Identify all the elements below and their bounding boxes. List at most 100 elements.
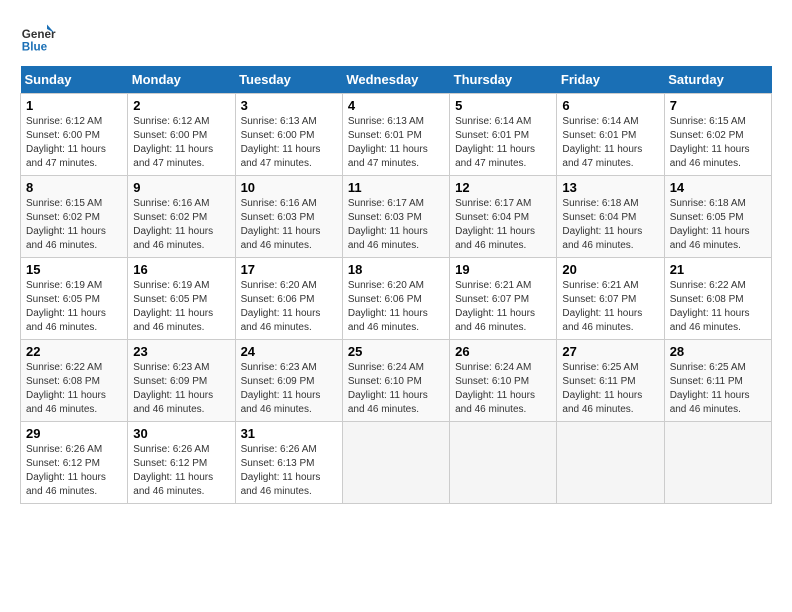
calendar-cell: 19 Sunrise: 6:21 AMSunset: 6:07 PMDayligh… xyxy=(450,258,557,340)
day-info: Sunrise: 6:26 AMSunset: 6:12 PMDaylight:… xyxy=(133,443,229,499)
weekday-header-sunday: Sunday xyxy=(21,66,128,94)
day-info: Sunrise: 6:18 AMSunset: 6:05 PMDaylight:… xyxy=(670,197,766,253)
day-info: Sunrise: 6:25 AMSunset: 6:11 PMDaylight:… xyxy=(670,361,766,417)
calendar-cell: 27 Sunrise: 6:25 AMSunset: 6:11 PMDayligh… xyxy=(557,340,664,422)
day-number: 22 xyxy=(26,344,122,359)
week-row-5: 29 Sunrise: 6:26 AMSunset: 6:12 PMDayligh… xyxy=(21,422,772,504)
calendar-cell: 14 Sunrise: 6:18 AMSunset: 6:05 PMDayligh… xyxy=(664,176,771,258)
day-info: Sunrise: 6:13 AMSunset: 6:01 PMDaylight:… xyxy=(348,115,444,171)
calendar-cell: 12Sunrise: 6:17 AMSunset: 6:04 PMDayligh… xyxy=(450,176,557,258)
day-info: Sunrise: 6:23 AMSunset: 6:09 PMDaylight:… xyxy=(241,361,337,417)
day-number: 25 xyxy=(348,344,444,359)
day-info: Sunrise: 6:26 AMSunset: 6:12 PMDaylight:… xyxy=(26,443,122,499)
calendar-cell: 28 Sunrise: 6:25 AMSunset: 6:11 PMDayligh… xyxy=(664,340,771,422)
day-number: 31 xyxy=(241,426,337,441)
day-number: 2 xyxy=(133,98,229,113)
weekday-header-saturday: Saturday xyxy=(664,66,771,94)
header: General Blue xyxy=(20,20,772,56)
calendar-cell: 26Sunrise: 6:24 AMSunset: 6:10 PMDayligh… xyxy=(450,340,557,422)
day-info: Sunrise: 6:23 AMSunset: 6:09 PMDaylight:… xyxy=(133,361,229,417)
day-number: 15 xyxy=(26,262,122,277)
day-number: 29 xyxy=(26,426,122,441)
day-number: 24 xyxy=(241,344,337,359)
day-info: Sunrise: 6:18 AMSunset: 6:04 PMDaylight:… xyxy=(562,197,658,253)
calendar-cell: 11Sunrise: 6:17 AMSunset: 6:03 PMDayligh… xyxy=(342,176,449,258)
weekday-header-row: SundayMondayTuesdayWednesdayThursdayFrid… xyxy=(21,66,772,94)
calendar-cell: 20Sunrise: 6:21 AMSunset: 6:07 PMDayligh… xyxy=(557,258,664,340)
day-number: 6 xyxy=(562,98,658,113)
day-number: 1 xyxy=(26,98,122,113)
week-row-2: 8 Sunrise: 6:15 AMSunset: 6:02 PMDaylight… xyxy=(21,176,772,258)
day-number: 8 xyxy=(26,180,122,195)
day-info: Sunrise: 6:19 AMSunset: 6:05 PMDaylight:… xyxy=(133,279,229,335)
calendar-cell: 5 Sunrise: 6:14 AMSunset: 6:01 PMDaylight… xyxy=(450,94,557,176)
calendar-cell: 6 Sunrise: 6:14 AMSunset: 6:01 PMDaylight… xyxy=(557,94,664,176)
day-number: 30 xyxy=(133,426,229,441)
calendar-cell: 3 Sunrise: 6:13 AMSunset: 6:00 PMDaylight… xyxy=(235,94,342,176)
weekday-header-thursday: Thursday xyxy=(450,66,557,94)
day-number: 12 xyxy=(455,180,551,195)
day-info: Sunrise: 6:14 AMSunset: 6:01 PMDaylight:… xyxy=(562,115,658,171)
svg-text:Blue: Blue xyxy=(22,41,48,54)
day-number: 16 xyxy=(133,262,229,277)
day-info: Sunrise: 6:12 AMSunset: 6:00 PMDaylight:… xyxy=(133,115,229,171)
day-number: 26 xyxy=(455,344,551,359)
day-number: 23 xyxy=(133,344,229,359)
day-info: Sunrise: 6:20 AMSunset: 6:06 PMDaylight:… xyxy=(348,279,444,335)
calendar-cell: 30 Sunrise: 6:26 AMSunset: 6:12 PMDayligh… xyxy=(128,422,235,504)
calendar-cell xyxy=(664,422,771,504)
day-number: 21 xyxy=(670,262,766,277)
day-number: 17 xyxy=(241,262,337,277)
day-number: 28 xyxy=(670,344,766,359)
week-row-3: 15 Sunrise: 6:19 AMSunset: 6:05 PMDayligh… xyxy=(21,258,772,340)
calendar: SundayMondayTuesdayWednesdayThursdayFrid… xyxy=(20,66,772,504)
calendar-cell xyxy=(450,422,557,504)
day-number: 27 xyxy=(562,344,658,359)
calendar-cell: 18 Sunrise: 6:20 AMSunset: 6:06 PMDayligh… xyxy=(342,258,449,340)
day-info: Sunrise: 6:13 AMSunset: 6:00 PMDaylight:… xyxy=(241,115,337,171)
week-row-4: 22 Sunrise: 6:22 AMSunset: 6:08 PMDayligh… xyxy=(21,340,772,422)
calendar-cell: 16 Sunrise: 6:19 AMSunset: 6:05 PMDayligh… xyxy=(128,258,235,340)
logo-icon: General Blue xyxy=(20,20,56,56)
week-row-1: 1 Sunrise: 6:12 AMSunset: 6:00 PMDaylight… xyxy=(21,94,772,176)
day-info: Sunrise: 6:14 AMSunset: 6:01 PMDaylight:… xyxy=(455,115,551,171)
calendar-cell: 2 Sunrise: 6:12 AMSunset: 6:00 PMDaylight… xyxy=(128,94,235,176)
weekday-header-wednesday: Wednesday xyxy=(342,66,449,94)
day-info: Sunrise: 6:22 AMSunset: 6:08 PMDaylight:… xyxy=(26,361,122,417)
calendar-cell: 4 Sunrise: 6:13 AMSunset: 6:01 PMDaylight… xyxy=(342,94,449,176)
day-info: Sunrise: 6:26 AMSunset: 6:13 PMDaylight:… xyxy=(241,443,337,499)
day-number: 3 xyxy=(241,98,337,113)
calendar-cell: 31 Sunrise: 6:26 AMSunset: 6:13 PMDayligh… xyxy=(235,422,342,504)
calendar-cell: 7Sunrise: 6:15 AMSunset: 6:02 PMDaylight… xyxy=(664,94,771,176)
calendar-cell: 9 Sunrise: 6:16 AMSunset: 6:02 PMDaylight… xyxy=(128,176,235,258)
calendar-cell: 17 Sunrise: 6:20 AMSunset: 6:06 PMDayligh… xyxy=(235,258,342,340)
day-number: 10 xyxy=(241,180,337,195)
day-number: 7 xyxy=(670,98,766,113)
day-number: 14 xyxy=(670,180,766,195)
day-info: Sunrise: 6:19 AMSunset: 6:05 PMDaylight:… xyxy=(26,279,122,335)
calendar-cell: 24 Sunrise: 6:23 AMSunset: 6:09 PMDayligh… xyxy=(235,340,342,422)
day-info: Sunrise: 6:21 AMSunset: 6:07 PMDaylight:… xyxy=(455,279,551,335)
calendar-cell: 23 Sunrise: 6:23 AMSunset: 6:09 PMDayligh… xyxy=(128,340,235,422)
calendar-cell: 25Sunrise: 6:24 AMSunset: 6:10 PMDayligh… xyxy=(342,340,449,422)
day-number: 20 xyxy=(562,262,658,277)
weekday-header-monday: Monday xyxy=(128,66,235,94)
weekday-header-friday: Friday xyxy=(557,66,664,94)
calendar-cell xyxy=(342,422,449,504)
day-info: Sunrise: 6:22 AMSunset: 6:08 PMDaylight:… xyxy=(670,279,766,335)
day-info: Sunrise: 6:12 AMSunset: 6:00 PMDaylight:… xyxy=(26,115,122,171)
day-number: 4 xyxy=(348,98,444,113)
day-number: 9 xyxy=(133,180,229,195)
day-info: Sunrise: 6:20 AMSunset: 6:06 PMDaylight:… xyxy=(241,279,337,335)
day-number: 5 xyxy=(455,98,551,113)
day-info: Sunrise: 6:25 AMSunset: 6:11 PMDaylight:… xyxy=(562,361,658,417)
day-info: Sunrise: 6:15 AMSunset: 6:02 PMDaylight:… xyxy=(26,197,122,253)
calendar-cell: 10 Sunrise: 6:16 AMSunset: 6:03 PMDayligh… xyxy=(235,176,342,258)
day-info: Sunrise: 6:16 AMSunset: 6:02 PMDaylight:… xyxy=(133,197,229,253)
calendar-cell: 1 Sunrise: 6:12 AMSunset: 6:00 PMDaylight… xyxy=(21,94,128,176)
day-number: 19 xyxy=(455,262,551,277)
day-number: 18 xyxy=(348,262,444,277)
day-info: Sunrise: 6:16 AMSunset: 6:03 PMDaylight:… xyxy=(241,197,337,253)
day-info: Sunrise: 6:17 AMSunset: 6:03 PMDaylight:… xyxy=(348,197,444,253)
logo: General Blue xyxy=(20,20,56,56)
